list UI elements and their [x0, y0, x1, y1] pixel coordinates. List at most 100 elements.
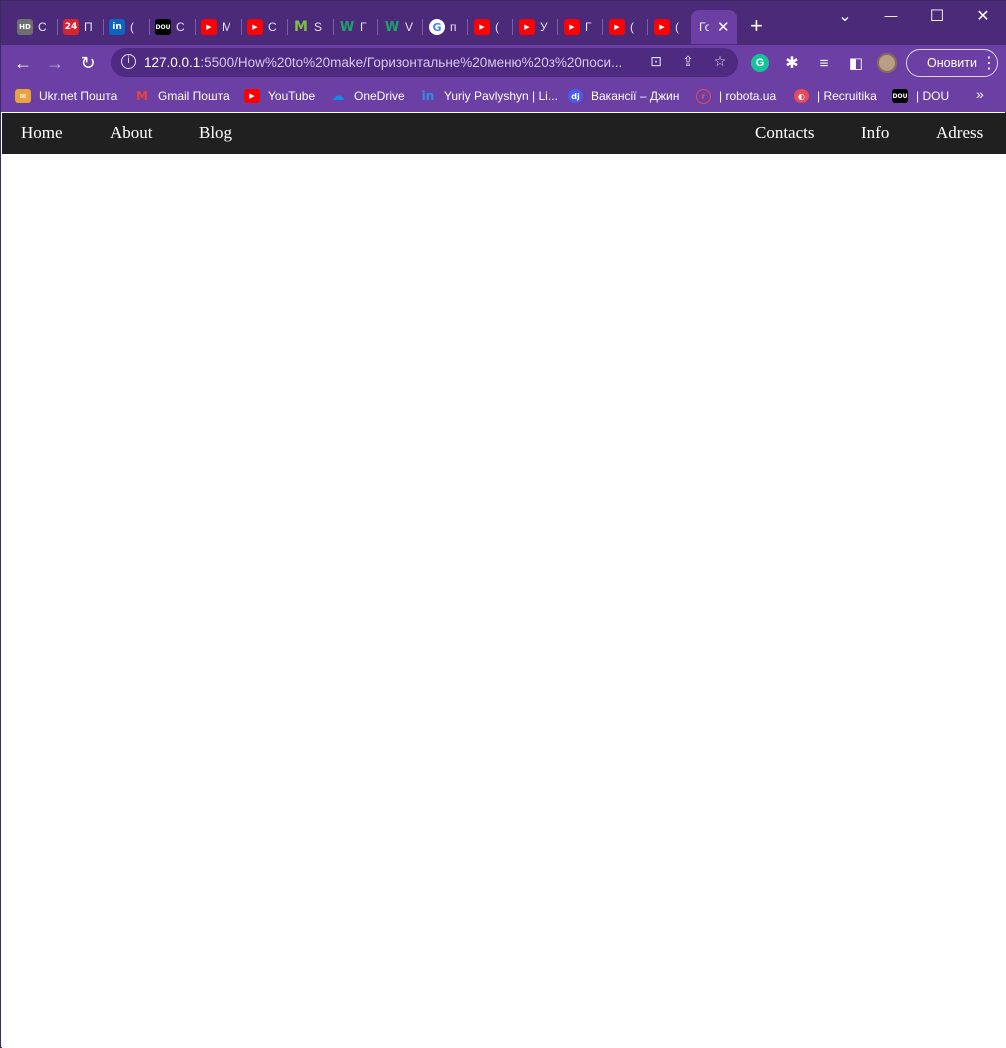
recruitika-icon: ◐ — [794, 89, 809, 103]
bookmark-label: | DOU — [916, 89, 950, 103]
bookmark-label: | Recruitika — [817, 89, 877, 103]
bookmark-linkedin[interactable]: in Yuriy Pavlyshyn | Li... — [420, 86, 558, 106]
side-panel-icon[interactable]: ◧ — [844, 51, 868, 75]
youtube-icon: ▶ — [474, 19, 490, 35]
youtube-icon: ▶ — [244, 89, 260, 103]
maximize-icon[interactable]: ☐ — [922, 6, 952, 26]
tab-label: М — [222, 20, 230, 34]
back-icon[interactable]: ← — [11, 51, 35, 75]
dou-icon: DOU — [892, 89, 908, 103]
avatar[interactable] — [877, 53, 897, 73]
tab-10[interactable]: G п — [429, 11, 458, 43]
onedrive-icon: ☁ — [331, 88, 345, 104]
tab-label: ( — [130, 20, 134, 34]
youtube-icon: ▶ — [654, 19, 670, 35]
browser-window: HD С 24 П in ( DOU С ▶ М ▶ С M S W Г W V… — [0, 0, 1006, 1048]
tab-7[interactable]: M S — [293, 11, 322, 43]
url-path: :5500/How%20to%20make/Горизонтальне%20ме… — [200, 55, 623, 70]
bookmark-label: | robota.ua — [719, 89, 777, 103]
browser-toolbar: ← → ↻ i 127.0.0.1:5500/How%20to%20make/Г… — [1, 45, 1006, 81]
minimize-icon[interactable]: — — [876, 8, 906, 23]
nav-blog-link[interactable]: Blog — [199, 123, 232, 143]
tab-8[interactable]: W Г — [339, 11, 368, 43]
share-icon[interactable]: ⇪ — [678, 53, 698, 70]
address-bar[interactable]: i 127.0.0.1:5500/How%20to%20make/Горизон… — [111, 48, 738, 77]
url-host: 127.0.0.1 — [144, 55, 201, 70]
bookmark-recruitika[interactable]: ◐ | Recruitika — [794, 86, 877, 106]
w-logo-icon: W — [384, 19, 400, 35]
tab-14[interactable]: ▶ ( — [609, 11, 638, 43]
tab-label: П — [84, 20, 92, 34]
reload-icon[interactable]: ↻ — [76, 51, 100, 75]
more-menu-icon[interactable]: ⋮ — [977, 51, 1001, 75]
youtube-icon: ▶ — [564, 19, 580, 35]
close-window-icon[interactable]: ✕ — [968, 6, 998, 26]
youtube-icon: ▶ — [201, 19, 217, 35]
bookmark-label: Yuriy Pavlyshyn | Li... — [444, 89, 558, 103]
tab-2[interactable]: 24 П — [63, 11, 92, 43]
bookmark-onedrive[interactable]: ☁ OneDrive — [330, 86, 405, 106]
bookmark-gmail[interactable]: M Gmail Пошта — [134, 86, 230, 106]
more-bookmarks-icon[interactable]: » — [976, 86, 984, 102]
bookmark-ukrnet[interactable]: ✉ Ukr.net Пошта — [15, 86, 117, 106]
bookmark-label: Gmail Пошта — [158, 89, 230, 103]
tab-12[interactable]: ▶ У — [519, 11, 548, 43]
translate-icon[interactable]: ⊡ — [646, 53, 666, 70]
linkedin-icon: in — [109, 19, 125, 35]
tab-search-icon[interactable]: ⌄ — [830, 6, 860, 26]
tab-15[interactable]: ▶ ( — [654, 11, 683, 43]
url-text[interactable]: 127.0.0.1:5500/How%20to%20make/Горизонта… — [144, 55, 634, 70]
youtube-icon: ▶ — [519, 19, 535, 35]
tab-9[interactable]: W V — [384, 11, 413, 43]
tab-label: Г — [585, 20, 592, 34]
bookmark-star-icon[interactable]: ☆ — [710, 53, 730, 70]
tab-label: ( — [675, 20, 679, 34]
grammarly-icon[interactable]: G — [751, 54, 769, 72]
robota-icon: r — [696, 88, 711, 104]
site-navbar: Home About Blog Contacts Info Adress — [2, 113, 1006, 154]
tab-strip: HD С 24 П in ( DOU С ▶ М ▶ С M S W Г W V… — [1, 1, 1006, 45]
gmail-icon: M — [136, 89, 148, 103]
linkedin-icon: in — [421, 89, 435, 103]
bookmark-dou[interactable]: DOU | DOU — [892, 86, 949, 106]
nav-home-link[interactable]: Home — [21, 123, 63, 143]
site-info-icon[interactable]: i — [121, 54, 136, 69]
tab-1[interactable]: HD С — [17, 11, 46, 43]
extensions-icon[interactable]: ✱ — [780, 51, 804, 75]
nav-contacts-link[interactable]: Contacts — [755, 123, 815, 143]
tab-3[interactable]: in ( — [109, 11, 138, 43]
tab-active[interactable]: Го ✕ — [691, 10, 737, 44]
youtube-icon: ▶ — [247, 19, 263, 35]
tab-4[interactable]: DOU С — [155, 11, 184, 43]
tab-11[interactable]: ▶ ( — [474, 11, 503, 43]
tab-label: С — [268, 20, 276, 34]
tab-label: Го — [699, 20, 709, 34]
tab-6[interactable]: ▶ С — [247, 11, 276, 43]
tab-label: ( — [495, 20, 499, 34]
bookmark-label: OneDrive — [354, 89, 405, 103]
m-logo-icon: M — [294, 19, 308, 35]
bookmark-label: Ukr.net Пошта — [39, 89, 118, 103]
nav-about-link[interactable]: About — [110, 123, 153, 143]
google-icon: G — [429, 19, 445, 35]
nav-info-link[interactable]: Info — [861, 123, 889, 143]
bookmark-robota[interactable]: r | robota.ua — [696, 86, 776, 106]
forward-icon[interactable]: → — [43, 51, 67, 75]
tab-label: S — [314, 20, 322, 34]
tab-label: п — [450, 20, 457, 34]
nav-adress-link[interactable]: Adress — [936, 123, 983, 143]
bookmarks-bar: ✉ Ukr.net Пошта M Gmail Пошта ▶ YouTube … — [1, 81, 1006, 112]
hd-icon: HD — [17, 19, 33, 35]
bookmark-djinni[interactable]: dj Вакансії – Джин — [568, 86, 679, 106]
bookmark-youtube[interactable]: ▶ YouTube — [244, 86, 315, 106]
w-logo-icon: W — [339, 19, 355, 35]
close-tab-icon[interactable]: ✕ — [717, 18, 730, 36]
djinni-icon: dj — [568, 89, 583, 103]
tab-5[interactable]: ▶ М — [201, 11, 230, 43]
tab-label: С — [38, 20, 46, 34]
dou-icon: DOU — [155, 19, 171, 35]
tab-13[interactable]: ▶ Г — [564, 11, 593, 43]
new-tab-button[interactable]: + — [750, 15, 763, 37]
media-control-icon[interactable]: ≡ — [812, 51, 836, 75]
tab-label: V — [405, 20, 413, 34]
